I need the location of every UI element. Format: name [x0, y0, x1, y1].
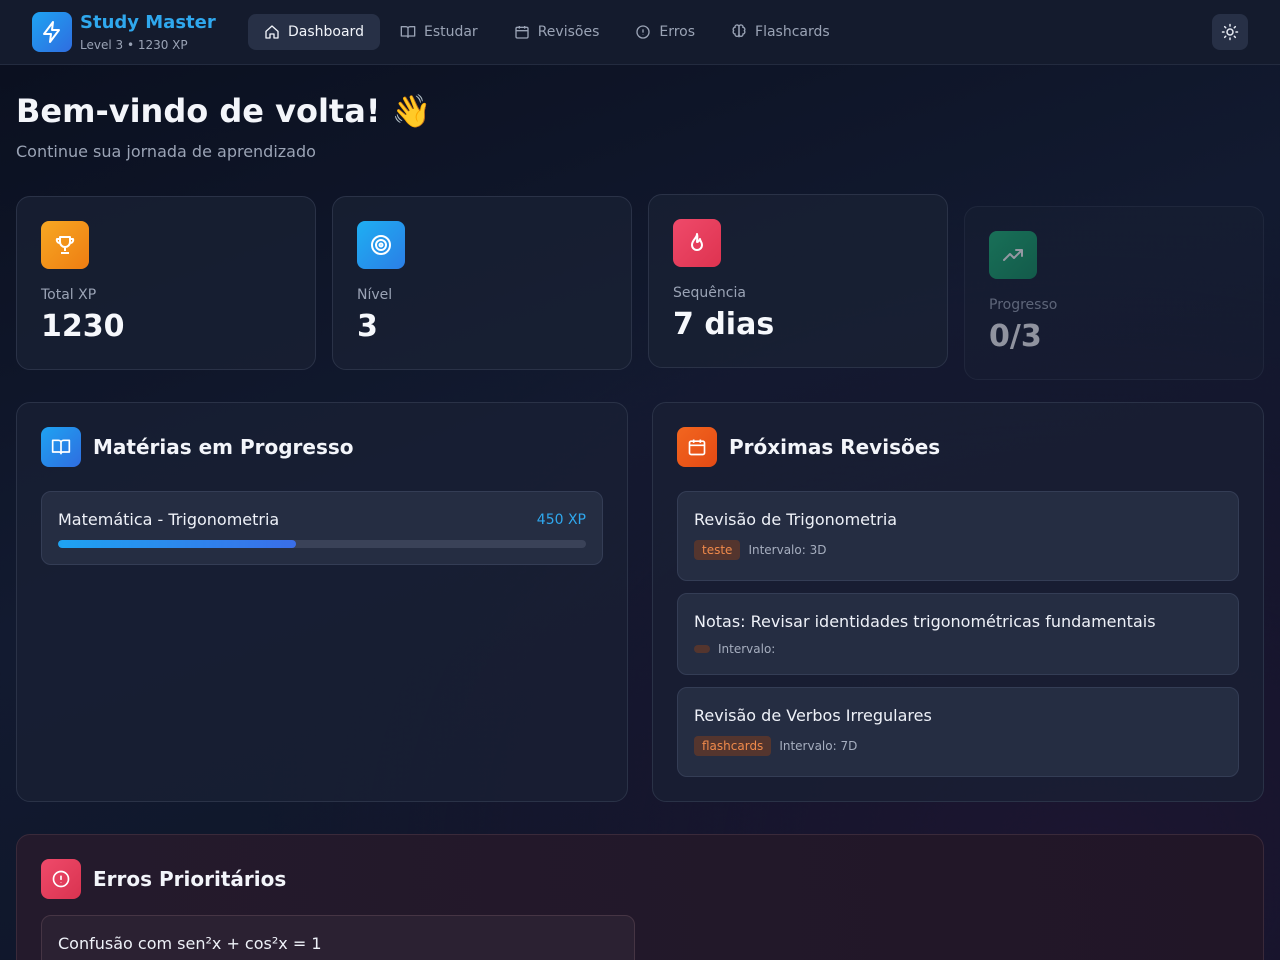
- error-item[interactable]: Confusão com sen²x + cos²x = 1: [41, 915, 635, 960]
- trending-up-icon: [989, 231, 1037, 279]
- review-interval: Intervalo: 3D: [748, 543, 827, 557]
- stat-value: 0/3: [989, 319, 1042, 354]
- brand-title[interactable]: Study Master: [80, 12, 216, 33]
- review-interval: Intervalo:: [718, 642, 776, 656]
- error-text: Confusão com sen²x + cos²x = 1: [58, 934, 322, 953]
- stat-card-nivel: Nível 3: [332, 196, 632, 370]
- nav-estudar[interactable]: Estudar: [384, 14, 494, 50]
- alert-circle-icon: [41, 859, 81, 899]
- alert-circle-icon: [636, 25, 651, 39]
- brain-icon: [732, 24, 746, 38]
- review-interval: Intervalo: 7D: [779, 739, 858, 753]
- review-meta: teste Intervalo: 3D: [694, 540, 826, 560]
- flame-icon: [673, 219, 721, 267]
- stat-label: Nível: [357, 287, 393, 303]
- book-open-icon: [41, 427, 81, 467]
- nav-flashcards-label: Flashcards: [755, 24, 830, 40]
- review-tag: [694, 645, 710, 653]
- review-title: Revisão de Verbos Irregulares: [694, 706, 932, 725]
- subject-xp: 450 XP: [536, 512, 586, 528]
- brand-level-xp: Level 3 • 1230 XP: [80, 38, 188, 52]
- stat-card-total-xp: Total XP 1230: [16, 196, 316, 370]
- review-title: Revisão de Trigonometria: [694, 510, 898, 529]
- trophy-icon: [41, 221, 89, 269]
- nav-dashboard-label: Dashboard: [288, 24, 364, 40]
- subject-name: Matemática - Trigonometria: [58, 510, 280, 529]
- panel-title: Próximas Revisões: [729, 435, 941, 459]
- nav-flashcards[interactable]: Flashcards: [715, 14, 846, 50]
- subjects-panel: Matérias em Progresso Matemática - Trigo…: [16, 402, 628, 802]
- review-item[interactable]: Revisão de Verbos Irregulares flashcards…: [677, 687, 1239, 777]
- calendar-icon: [677, 427, 717, 467]
- progress-bar: [58, 540, 586, 548]
- reviews-panel: Próximas Revisões Revisão de Trigonometr…: [652, 402, 1264, 802]
- progress-bar-fill: [58, 540, 296, 548]
- nav-revisoes-label: Revisões: [537, 24, 600, 40]
- nav-erros[interactable]: Erros: [619, 14, 711, 50]
- stat-value: 7 dias: [673, 307, 775, 342]
- subject-item[interactable]: Matemática - Trigonometria 450 XP: [41, 491, 603, 565]
- theme-toggle-button[interactable]: [1212, 14, 1248, 50]
- stat-card-sequencia: Sequência 7 dias: [648, 194, 948, 368]
- stat-value: 1230: [41, 309, 125, 344]
- review-meta: Intervalo:: [694, 642, 775, 656]
- nav-dashboard[interactable]: Dashboard: [248, 14, 380, 50]
- home-icon: [265, 25, 279, 39]
- nav-revisoes[interactable]: Revisões: [498, 14, 616, 50]
- nav-erros-label: Erros: [659, 24, 696, 40]
- review-item[interactable]: Revisão de Trigonometria teste Intervalo…: [677, 491, 1239, 581]
- panel-title: Matérias em Progresso: [93, 435, 354, 459]
- page-subtitle: Continue sua jornada de aprendizado: [16, 142, 316, 161]
- nav-estudar-label: Estudar: [423, 24, 478, 40]
- stat-value: 3: [357, 309, 378, 344]
- review-tag: teste: [694, 540, 741, 560]
- lightning-icon[interactable]: [32, 12, 72, 52]
- stat-label: Sequência: [673, 285, 746, 301]
- calendar-icon: [515, 26, 529, 39]
- book-open-icon: [400, 26, 416, 38]
- review-title: Notas: Revisar identidades trigonométric…: [694, 612, 1156, 631]
- stat-card-progresso: Progresso 0/3: [964, 206, 1264, 380]
- main-nav: Dashboard Estudar Revisões Erros Flashca…: [248, 14, 850, 50]
- panel-title: Erros Prioritários: [93, 867, 287, 891]
- page-title: Bem-vindo de volta! 👋: [16, 92, 432, 130]
- target-icon: [357, 221, 405, 269]
- stat-label: Total XP: [41, 287, 97, 303]
- sun-icon: [1221, 23, 1239, 41]
- stat-label: Progresso: [989, 297, 1058, 313]
- review-tag: flashcards: [694, 736, 772, 756]
- errors-panel: Erros Prioritários Confusão com sen²x + …: [16, 834, 1264, 960]
- review-meta: flashcards Intervalo: 7D: [694, 736, 857, 756]
- top-navbar: Study Master Level 3 • 1230 XP Dashboard…: [0, 0, 1280, 65]
- review-item[interactable]: Notas: Revisar identidades trigonométric…: [677, 593, 1239, 675]
